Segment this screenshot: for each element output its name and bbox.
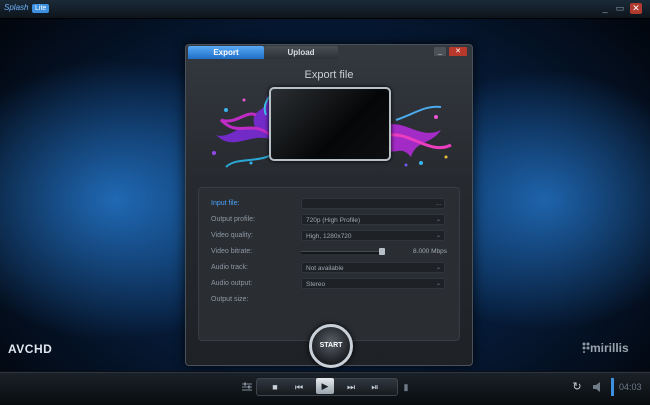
export-dialog: Export Upload _ ✕ Export file Input file… xyxy=(185,44,473,368)
video-bitrate-row: Video bitrate: 8.000 Mbps xyxy=(211,246,447,258)
tab-export[interactable]: Export xyxy=(188,46,264,59)
audio-track-select[interactable]: Not available ⌄ xyxy=(301,262,445,273)
output-size-label: Output size: xyxy=(211,296,249,303)
maximize-button[interactable]: ▭ xyxy=(614,3,626,14)
chevron-down-icon: ⌄ xyxy=(435,217,441,223)
chevron-down-icon: ⌄ xyxy=(435,281,441,287)
time-display: 04:03 xyxy=(619,382,642,392)
input-file-label: Input file: xyxy=(211,200,240,207)
bitrate-slider-track[interactable] xyxy=(301,251,383,254)
mirillis-logo-icon xyxy=(582,342,590,353)
dialog-close-button[interactable]: ✕ xyxy=(449,47,467,56)
audio-track-value: Not available xyxy=(306,265,344,272)
audio-output-select[interactable]: Stereo ⌄ xyxy=(301,278,445,289)
next-icon[interactable]: ⏭ xyxy=(344,381,358,393)
video-bitrate-label: Video bitrate: xyxy=(211,248,253,255)
title-bar: Splash Lite _ ▭ ✕ xyxy=(0,0,650,19)
output-profile-select[interactable]: 720p (High Profile) ⌄ xyxy=(301,214,445,225)
stop-icon[interactable]: ■ xyxy=(268,381,282,393)
app-badge: Lite xyxy=(32,4,50,13)
video-quality-value: High, 1280x720 xyxy=(306,233,352,240)
video-bitrate-value: 8.000 Mbps xyxy=(413,248,447,255)
minimize-button[interactable]: _ xyxy=(599,3,611,14)
chevron-down-icon: ⌄ xyxy=(435,265,441,271)
start-button[interactable]: START xyxy=(309,324,353,368)
close-button[interactable]: ✕ xyxy=(630,3,642,14)
frame-icon[interactable]: ▮ xyxy=(399,381,413,393)
output-profile-value: 720p (High Profile) xyxy=(306,217,361,224)
output-profile-row: Output profile: 720p (High Profile) ⌄ xyxy=(211,214,447,226)
chevron-down-icon: ⌄ xyxy=(435,233,441,239)
play-icon[interactable]: ▶ xyxy=(316,378,334,394)
audio-track-label: Audio track: xyxy=(211,264,248,271)
audio-output-label: Audio output: xyxy=(211,280,253,287)
mirillis-logo: mirillis xyxy=(590,341,629,355)
bitrate-slider-handle[interactable] xyxy=(379,248,385,255)
input-file-field[interactable]: ... xyxy=(301,198,445,209)
previous-icon[interactable]: ⏮ xyxy=(292,381,306,393)
step-icon[interactable]: ⏯ xyxy=(368,381,382,393)
audio-track-row: Audio track: Not available ⌄ xyxy=(211,262,447,274)
audio-output-value: Stereo xyxy=(306,281,326,288)
input-file-row: Input file: ... xyxy=(211,198,447,210)
output-profile-label: Output profile: xyxy=(211,216,255,223)
dialog-minimize-button[interactable]: _ xyxy=(434,47,446,56)
browse-button[interactable]: ... xyxy=(436,199,441,210)
repeat-icon[interactable]: ↻ xyxy=(570,381,584,393)
dialog-title: Export file xyxy=(304,69,354,81)
output-size-row: Output size: xyxy=(211,294,447,306)
app-logo: Splash xyxy=(4,3,29,12)
volume-icon[interactable] xyxy=(592,381,602,393)
settings-icon[interactable] xyxy=(241,382,253,392)
video-quality-select[interactable]: High, 1280x720 ⌄ xyxy=(301,230,445,241)
volume-slider[interactable] xyxy=(611,378,614,396)
video-quality-label: Video quality: xyxy=(211,232,253,239)
export-preview-screen xyxy=(269,87,391,161)
export-settings-panel: Input file: ... Output profile: 720p (Hi… xyxy=(198,187,460,341)
avchd-logo: AVCHD xyxy=(8,342,53,356)
audio-output-row: Audio output: Stereo ⌄ xyxy=(211,278,447,290)
video-quality-row: Video quality: High, 1280x720 ⌄ xyxy=(211,230,447,242)
tab-upload[interactable]: Upload xyxy=(264,46,338,59)
